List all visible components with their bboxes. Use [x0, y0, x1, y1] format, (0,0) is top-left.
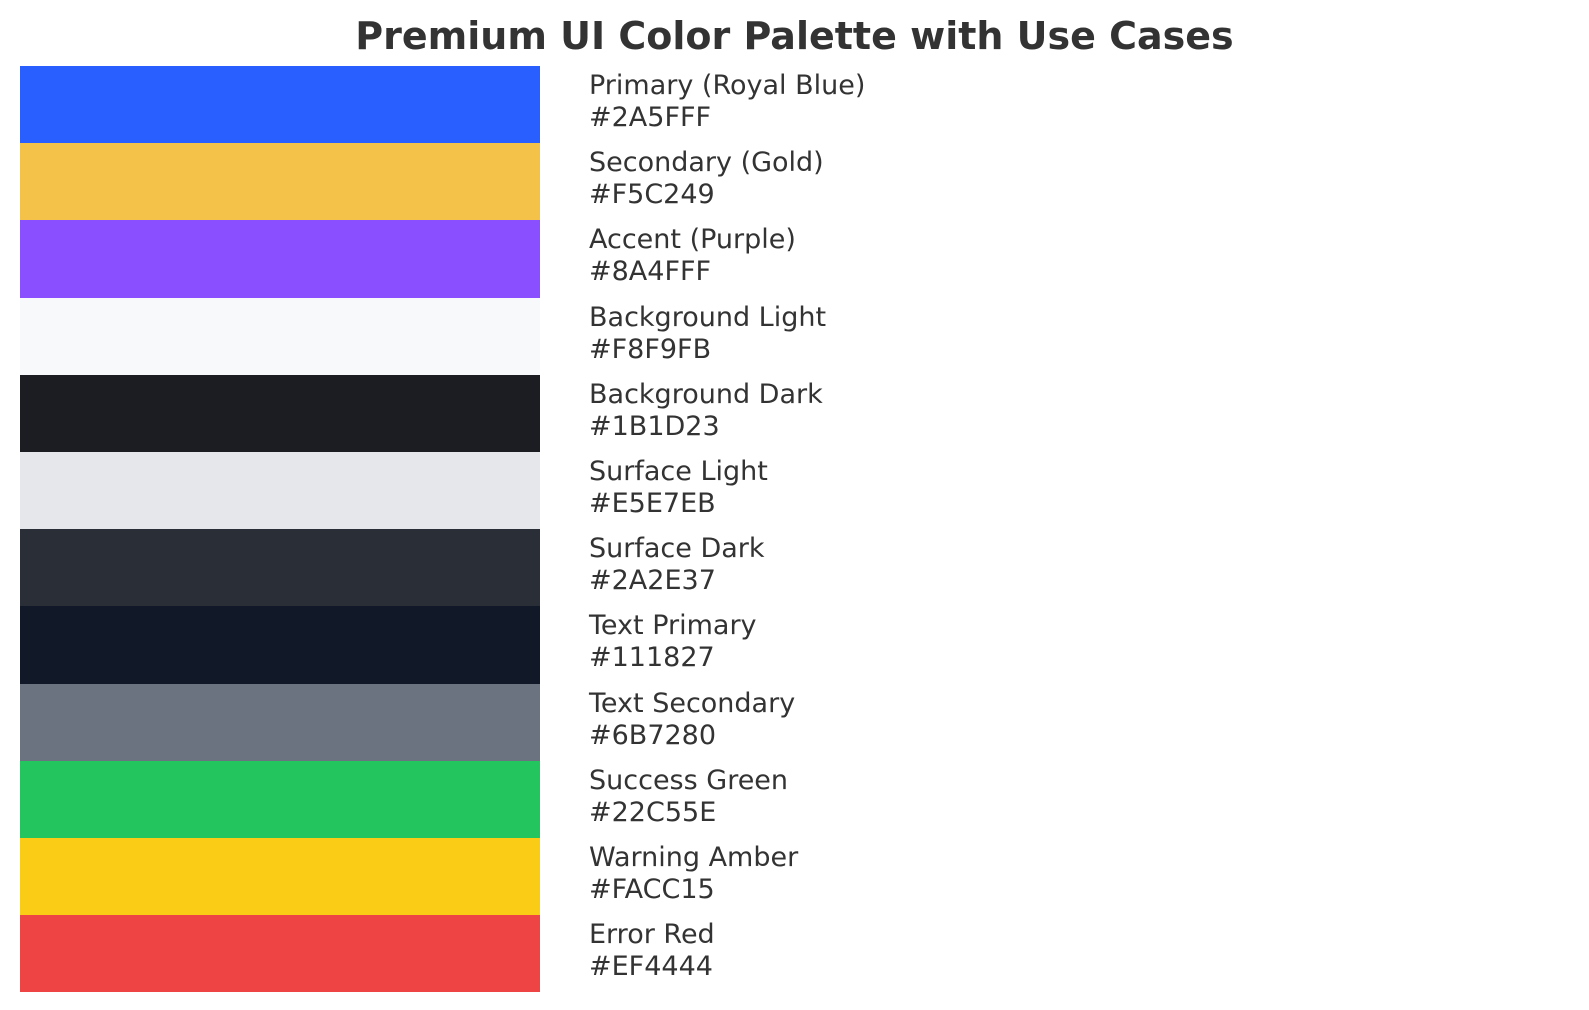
color-hex: #2A2E37	[589, 565, 716, 597]
color-name: Secondary (Gold)	[589, 147, 824, 179]
color-name: Error Red	[589, 919, 715, 951]
color-swatch	[20, 529, 540, 607]
color-name: Surface Light	[589, 455, 768, 487]
color-hex: #6B7280	[589, 719, 717, 751]
color-row-warning: Warning Amber #FACC15	[20, 837, 1580, 916]
color-row-accent: Accent (Purple) #8A4FFF	[20, 220, 1580, 298]
color-swatch	[20, 760, 540, 838]
color-row-surface-light: Surface Light #E5E7EB	[20, 451, 1580, 530]
color-hex: #E5E7EB	[589, 487, 716, 519]
color-hex: #FACC15	[589, 873, 715, 905]
color-name: Warning Amber	[589, 841, 799, 873]
color-palette: Primary (Royal Blue) #2A5FFF Secondary (…	[20, 66, 1580, 993]
color-name: Accent (Purple)	[589, 224, 796, 256]
color-hex: #F5C249	[589, 179, 715, 211]
color-row-secondary: Secondary (Gold) #F5C249	[20, 143, 1580, 221]
color-row-background-light: Background Light #F8F9FB	[20, 297, 1580, 375]
color-name: Primary (Royal Blue)	[589, 70, 866, 101]
color-row-success: Success Green #22C55E	[20, 760, 1580, 838]
color-hex: #8A4FFF	[589, 256, 712, 288]
color-row-text-secondary: Text Secondary #6B7280	[20, 683, 1580, 761]
color-row-background-dark: Background Dark #1B1D23	[20, 374, 1580, 452]
color-swatch	[20, 143, 540, 221]
color-name: Background Light	[589, 301, 827, 333]
color-name: Surface Dark	[589, 533, 765, 565]
page-title: Premium UI Color Palette with Use Cases	[355, 14, 1234, 58]
color-name: Success Green	[589, 764, 789, 796]
color-swatch	[20, 297, 540, 375]
color-row-surface-dark: Surface Dark #2A2E37	[20, 529, 1580, 607]
color-swatch	[20, 66, 540, 144]
color-row-primary: Primary (Royal Blue) #2A5FFF	[20, 66, 1580, 144]
color-swatch	[20, 683, 540, 761]
color-swatch	[20, 451, 540, 530]
color-row-text-primary: Text Primary #111827	[20, 606, 1580, 684]
color-swatch	[20, 374, 540, 452]
color-name: Text Primary	[589, 610, 757, 642]
color-name: Background Dark	[589, 378, 823, 410]
color-hex: #2A5FFF	[589, 102, 712, 133]
color-swatch	[20, 837, 540, 916]
color-hex: #F8F9FB	[589, 333, 712, 365]
color-name: Text Secondary	[589, 687, 796, 719]
color-hex: #EF4444	[589, 951, 713, 983]
color-swatch	[20, 220, 540, 298]
color-hex: #22C55E	[589, 796, 717, 828]
color-row-error: Error Red #EF4444	[20, 915, 1580, 993]
color-swatch	[20, 606, 540, 684]
color-hex: #1B1D23	[589, 410, 720, 442]
color-swatch	[20, 915, 540, 993]
color-hex: #111827	[589, 642, 715, 674]
